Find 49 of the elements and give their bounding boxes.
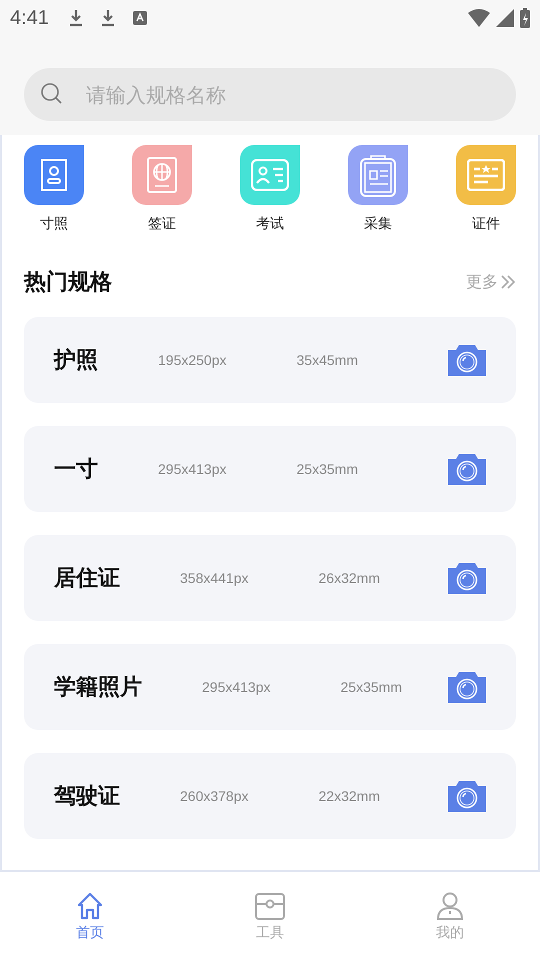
download-icon [68, 9, 83, 27]
spec-pixels: 358x441px [180, 570, 249, 586]
spec-card[interactable]: 护照 195x250px 35x45mm [24, 317, 516, 403]
spec-size: 25x35mm [296, 461, 358, 477]
search-icon [40, 82, 64, 106]
spec-name: 护照 [54, 347, 98, 375]
spec-card[interactable]: 学籍照片 295x413px 25x35mm [24, 644, 516, 730]
battery-icon [520, 8, 530, 28]
category-item[interactable]: 考试 [240, 145, 300, 233]
wifi-icon [468, 9, 490, 27]
spec-size: 26x32mm [318, 570, 380, 586]
category-item[interactable]: 证件 [456, 145, 516, 233]
person-icon [434, 890, 466, 922]
double-chevron-icon [500, 275, 516, 289]
spec-card[interactable]: 驾驶证 260x378px 22x32mm [24, 753, 516, 839]
toolbox-icon [254, 890, 286, 922]
spec-pixels: 295x413px [202, 679, 271, 695]
spec-name: 一寸 [54, 456, 98, 484]
signal-icon [496, 9, 514, 27]
certificate-icon [467, 159, 505, 191]
spec-name: 驾驶证 [54, 783, 120, 811]
camera-icon[interactable] [448, 344, 486, 376]
id-card-icon [251, 159, 289, 191]
spec-pixels: 295x413px [158, 461, 227, 477]
camera-icon[interactable] [448, 671, 486, 703]
section-title: 热门规格 [24, 268, 112, 297]
spec-size: 22x32mm [318, 788, 380, 804]
camera-icon[interactable] [448, 562, 486, 594]
category-item[interactable]: 采集 [348, 145, 408, 233]
category-item[interactable]: 签证 [132, 145, 192, 233]
camera-icon[interactable] [448, 453, 486, 485]
status-time: 4:41 [10, 6, 49, 30]
keyboard-a-icon [132, 11, 147, 25]
passport-icon [147, 157, 177, 193]
download-icon [100, 9, 115, 27]
spec-pixels: 260x378px [180, 788, 249, 804]
spec-card[interactable]: 居住证 358x441px 26x32mm [24, 535, 516, 621]
spec-name: 居住证 [54, 565, 120, 593]
clipboard-icon [360, 153, 396, 197]
spec-size: 25x35mm [340, 679, 402, 695]
spec-name: 学籍照片 [54, 674, 142, 702]
category-item[interactable]: 寸照 [24, 145, 84, 233]
spec-card[interactable]: 一寸 295x413px 25x35mm [24, 426, 516, 512]
portrait-card-icon [40, 158, 68, 192]
spec-size: 35x45mm [296, 352, 358, 368]
spec-pixels: 195x250px [158, 352, 227, 368]
search-field[interactable]: 请输入规格名称 [24, 68, 516, 121]
camera-icon[interactable] [448, 780, 486, 812]
nav-tab[interactable]: 首页 [50, 890, 130, 942]
